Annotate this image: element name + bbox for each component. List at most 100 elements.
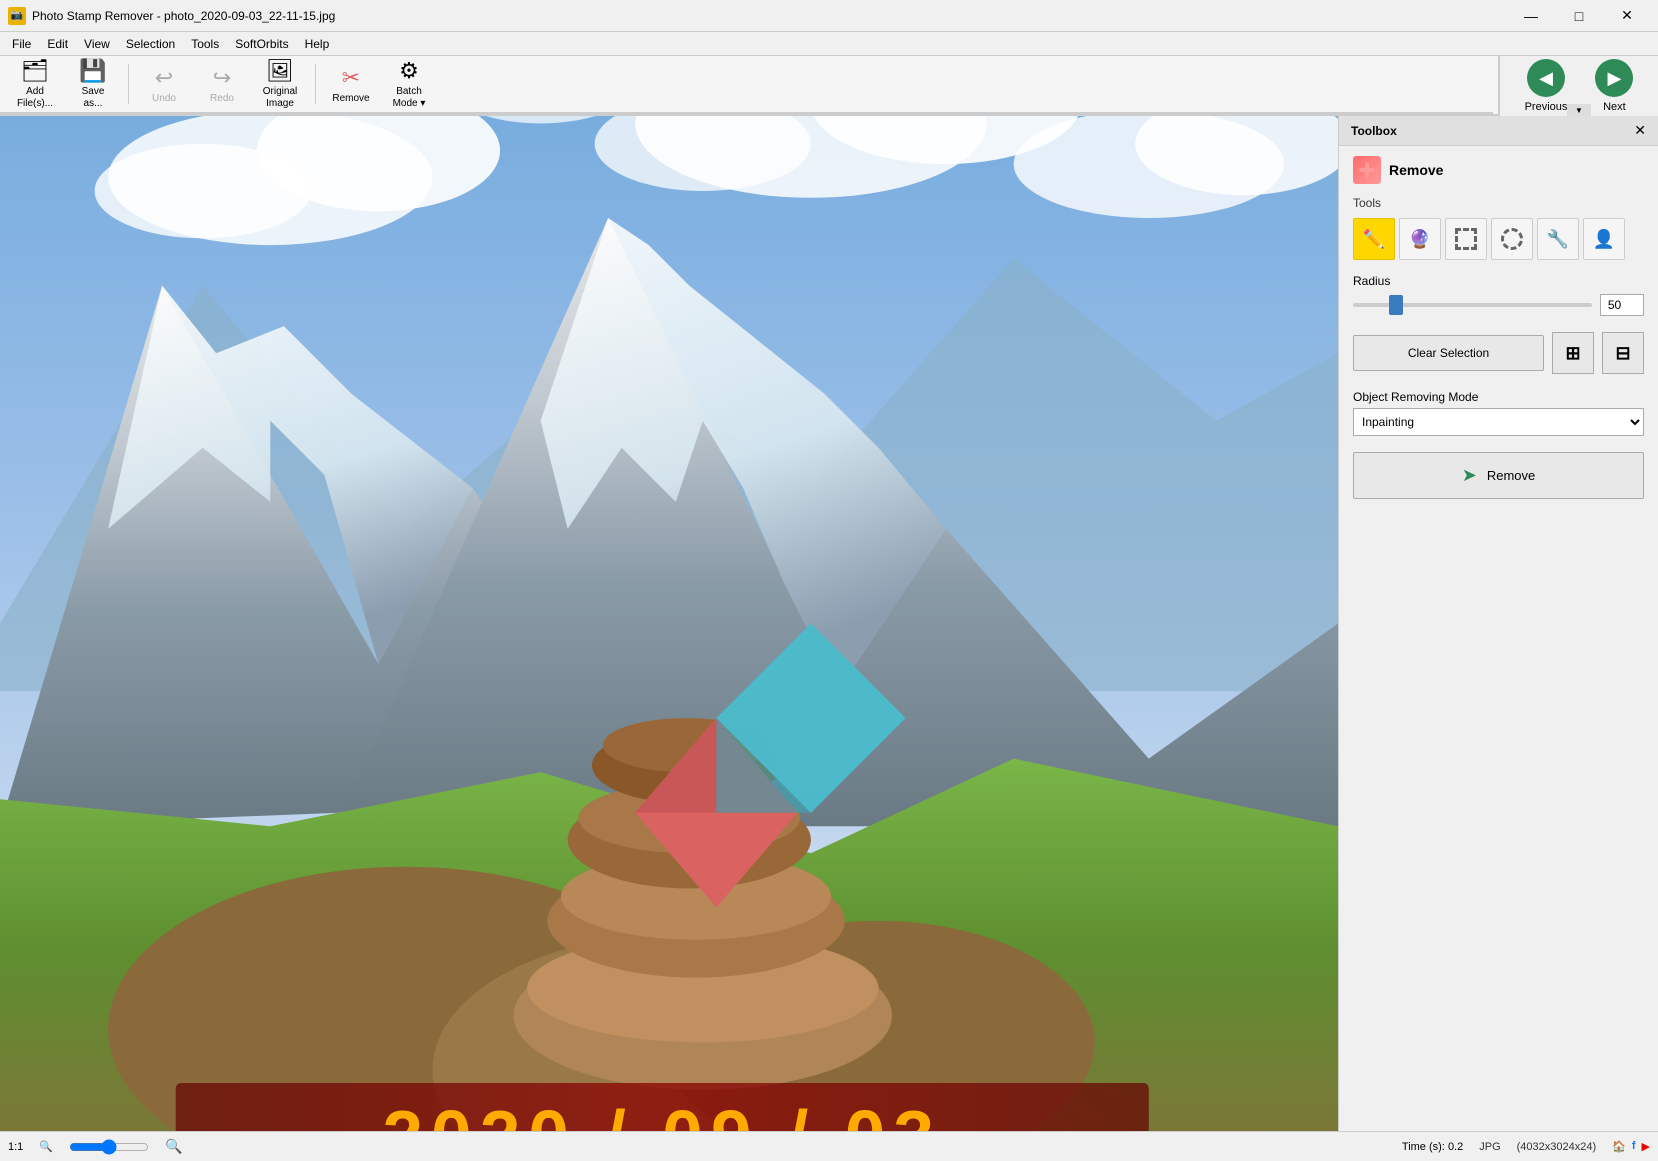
batch-icon: ⚙: [399, 58, 419, 84]
previous-label: Previous: [1525, 101, 1568, 113]
tools-section-label: Tools: [1353, 196, 1644, 210]
menu-file[interactable]: File: [4, 35, 39, 53]
pencil-tool-button[interactable]: ✏️: [1353, 218, 1395, 260]
time-value: 0.2: [1448, 1141, 1463, 1153]
remove-button[interactable]: ➤ Remove: [1353, 452, 1644, 499]
nav-area: ◀ Previous ▶ Next ▼: [1498, 56, 1658, 116]
scene-svg: 2020 / 09 / 03: [0, 116, 1338, 1131]
magic-wand-tool-button[interactable]: 🔮: [1399, 218, 1441, 260]
toolbox-panel: Toolbox ✕ Remove Tools ✏️: [1338, 116, 1658, 1131]
clone-tool-button[interactable]: 👤: [1583, 218, 1625, 260]
toolbox-close-button[interactable]: ✕: [1634, 122, 1646, 139]
rect-select-tool-button[interactable]: [1445, 218, 1487, 260]
magic-wand-icon: 🔮: [1409, 229, 1431, 250]
menu-selection[interactable]: Selection: [118, 35, 183, 53]
redo-button[interactable]: ↪ Redo: [195, 59, 249, 109]
remove-toolbar-icon: ✂: [342, 65, 360, 91]
menu-view[interactable]: View: [76, 35, 118, 53]
stamp-icon: 🔧: [1547, 229, 1569, 250]
dimensions-label: (4032x3024x24): [1517, 1141, 1597, 1153]
toolbar: 🗂 AddFile(s)... 💾 Saveas... ↩ Undo ↪ Red…: [0, 56, 1493, 114]
format-label: JPG: [1479, 1141, 1500, 1153]
rect-select-icon: [1455, 228, 1477, 250]
toolbox-remove-section: Remove Tools ✏️ 🔮: [1339, 146, 1658, 509]
zoom-icon-large: 🔍: [165, 1138, 182, 1155]
clear-selection-button[interactable]: Clear Selection: [1353, 335, 1544, 371]
minimize-button[interactable]: —: [1508, 2, 1554, 30]
oval-select-tool-button[interactable]: [1491, 218, 1533, 260]
oval-select-icon: [1501, 228, 1523, 250]
canvas-area[interactable]: 2020 / 09 / 03: [0, 116, 1338, 1131]
add-files-button[interactable]: 🗂 AddFile(s)...: [8, 59, 62, 109]
remove-button-label: Remove: [1487, 468, 1535, 483]
menu-edit[interactable]: Edit: [39, 35, 76, 53]
menu-softorbits[interactable]: SoftOrbits: [227, 35, 296, 53]
undo-button[interactable]: ↩ Undo: [137, 59, 191, 109]
toolbar-separator-1: [128, 64, 129, 104]
save-icon: 💾: [79, 58, 106, 84]
batch-mode-button[interactable]: ⚙ BatchMode ▾: [382, 59, 436, 109]
pencil-icon: ✏️: [1363, 229, 1385, 250]
home-icon[interactable]: 🏠: [1612, 1140, 1626, 1153]
select-all-icon: ⊞: [1565, 343, 1580, 364]
remove-section-title: Remove: [1353, 156, 1644, 184]
original-image-button[interactable]: 🖼 OriginalImage: [253, 59, 307, 109]
original-icon: 🖼: [266, 58, 294, 84]
stamp-tool-button[interactable]: 🔧: [1537, 218, 1579, 260]
status-right: Time (s): 0.2 JPG (4032x3024x24) 🏠 f ▶: [1402, 1140, 1650, 1153]
undo-label: Undo: [152, 93, 176, 104]
invert-selection-button[interactable]: ⊟: [1602, 332, 1644, 374]
toolbar-separator-2: [315, 64, 316, 104]
maximize-button[interactable]: □: [1556, 2, 1602, 30]
invert-select-icon: ⊟: [1615, 343, 1630, 364]
batch-label: BatchMode ▾: [393, 86, 426, 110]
social-icon-1[interactable]: f: [1632, 1140, 1636, 1153]
radius-slider-container: [1353, 295, 1592, 315]
remove-toolbar-button[interactable]: ✂ Remove: [324, 59, 378, 109]
previous-icon: ◀: [1527, 59, 1565, 97]
zoom-level: 1:1: [8, 1141, 23, 1153]
radius-track: [1353, 303, 1592, 307]
undo-icon: ↩: [155, 65, 173, 91]
selection-actions-row: Clear Selection ⊞ ⊟: [1353, 332, 1644, 374]
title-bar: 📷 Photo Stamp Remover - photo_2020-09-03…: [0, 0, 1658, 32]
time-info: Time (s): 0.2: [1402, 1141, 1463, 1153]
toolbox-title: Toolbox: [1351, 124, 1397, 138]
main-layout: 2020 / 09 / 03 Toolbox ✕ Remove Tools: [0, 116, 1658, 1131]
remove-section-label: Remove: [1389, 162, 1443, 178]
svg-text:2020 / 09 / 03: 2020 / 09 / 03: [382, 1096, 942, 1131]
clone-icon: 👤: [1593, 229, 1615, 250]
close-button[interactable]: ✕: [1604, 2, 1650, 30]
social-icon-2[interactable]: ▶: [1642, 1140, 1650, 1153]
radius-label: Radius: [1353, 274, 1644, 288]
mode-select[interactable]: Inpainting Content-Aware Clone: [1353, 408, 1644, 436]
redo-label: Redo: [210, 93, 234, 104]
mode-label: Object Removing Mode: [1353, 390, 1644, 404]
original-label: OriginalImage: [263, 86, 297, 110]
next-label: Next: [1603, 101, 1626, 113]
remove-toolbar-label: Remove: [332, 93, 369, 104]
save-as-button[interactable]: 💾 Saveas...: [66, 59, 120, 109]
tools-row: ✏️ 🔮 🔧 👤: [1353, 218, 1644, 260]
select-all-button[interactable]: ⊞: [1552, 332, 1594, 374]
redo-icon: ↪: [213, 65, 231, 91]
toolbox-header: Toolbox ✕: [1339, 116, 1658, 146]
status-bar: 1:1 🔍 🔍 Time (s): 0.2 JPG (4032x3024x24)…: [0, 1131, 1658, 1161]
window-title: Photo Stamp Remover - photo_2020-09-03_2…: [32, 9, 335, 23]
menu-help[interactable]: Help: [297, 35, 338, 53]
radius-thumb[interactable]: [1389, 295, 1403, 315]
next-button[interactable]: ▶ Next: [1587, 55, 1641, 117]
next-icon: ▶: [1595, 59, 1633, 97]
zoom-slider[interactable]: [69, 1139, 149, 1155]
add-label: AddFile(s)...: [17, 86, 53, 110]
window-controls: — □ ✕: [1508, 2, 1650, 30]
app-icon: 📷: [8, 7, 26, 25]
time-label: Time (s):: [1402, 1141, 1445, 1153]
menu-tools[interactable]: Tools: [183, 35, 227, 53]
add-icon: 🗂: [21, 58, 49, 84]
zoom-controls: 1:1: [8, 1141, 23, 1153]
share-icons: 🏠 f ▶: [1612, 1140, 1650, 1153]
panel-collapse-button[interactable]: ▼: [1567, 104, 1591, 116]
radius-input[interactable]: [1600, 294, 1644, 316]
image-scene: 2020 / 09 / 03: [0, 116, 1338, 1131]
